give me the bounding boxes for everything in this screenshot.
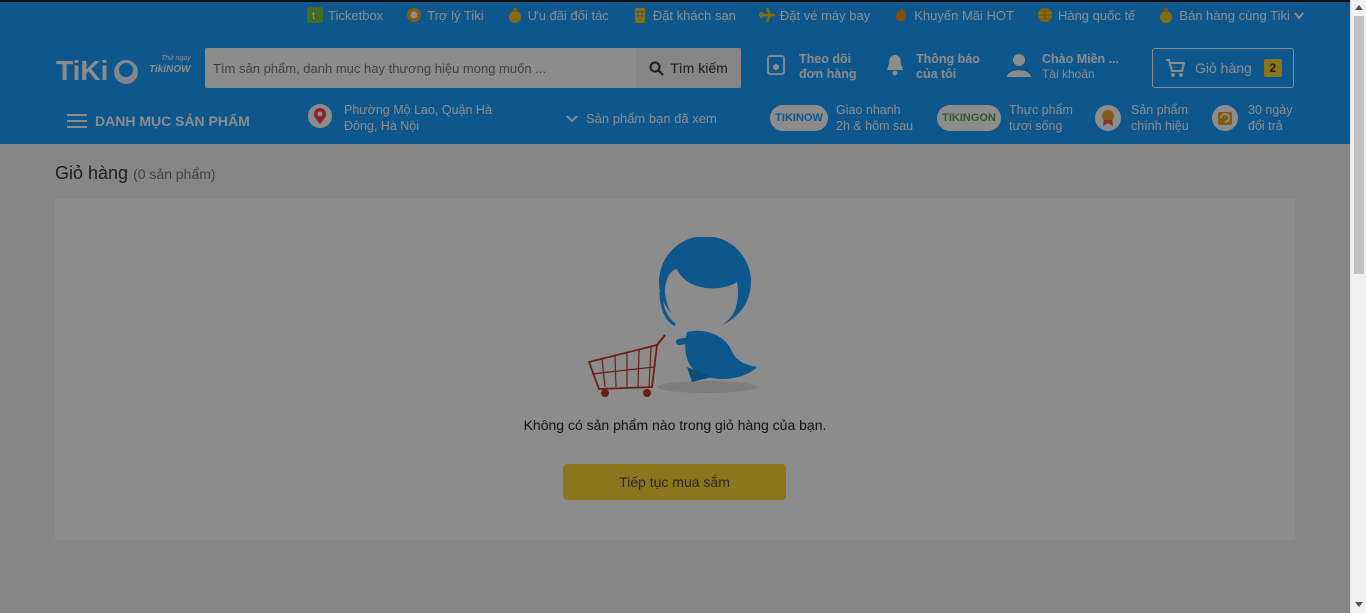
link-tro-ly-tiki[interactable]: Trợ lý Tiki (405, 6, 484, 24)
search-input[interactable] (205, 48, 636, 88)
empty-cart-panel: Không có sản phẩm nào trong giỏ hàng của… (55, 199, 1295, 540)
track-line1: Theo dõi (799, 52, 852, 66)
link-ban-hang-cung-tiki[interactable]: Bán hàng cùng Tiki (1157, 6, 1304, 24)
assistant-icon (405, 6, 423, 24)
authentic-medal-icon (1095, 105, 1121, 131)
promo-line2: chính hiệu (1131, 119, 1189, 133)
account-line2: Tài khoản (1042, 67, 1095, 81)
link-dat-khach-san[interactable]: Đặt khách sạn (631, 6, 736, 24)
category-menu-label: DANH MỤC SẢN PHẨM (95, 113, 250, 129)
promo-line2: 2h & hôm sau (836, 119, 914, 133)
track-order-icon (765, 53, 789, 81)
cart-count-badge: 2 (1263, 59, 1282, 77)
promo-30-day-return[interactable]: 30 ngày đổi trả (1212, 102, 1292, 134)
page-title-text: Giỏ hàng (55, 163, 129, 183)
link-uu-dai-doi-tac[interactable]: Ưu đãi đối tác (506, 6, 609, 24)
notify-line2: của tôi (916, 67, 957, 81)
location-line2: Đông, Hà Nội (344, 119, 420, 133)
page-title: Giỏ hàng (0 sản phẩm) (55, 163, 216, 184)
promo-line1: Thực phẩm (1009, 103, 1073, 117)
scroll-up-icon[interactable] (1355, 5, 1363, 10)
continue-shopping-button[interactable]: Tiếp tục mua sắm (563, 464, 786, 500)
scroll-down-icon[interactable] (1355, 602, 1363, 607)
promo-line2: đổi trả (1248, 119, 1283, 133)
link-label: Đặt vé máy bay (779, 7, 871, 23)
cart-label: Giỏ hàng (1195, 60, 1252, 76)
search-bar: Tìm kiếm (205, 48, 741, 88)
promo-line2: tươi sống (1009, 119, 1063, 133)
cart-button[interactable]: Giỏ hàng 2 (1152, 48, 1294, 88)
utility-links: t Ticketbox Trợ lý Tiki Ưu đãi đối tác Đ… (306, 2, 1326, 28)
link-label: Bán hàng cùng Tiki (1179, 7, 1290, 23)
cart-item-count: (0 sản phẩm) (133, 166, 216, 182)
hotel-icon (631, 6, 649, 24)
cart-icon (1166, 59, 1185, 77)
track-order-link[interactable]: Theo dõi đơn hàng (765, 52, 857, 82)
link-dat-ve-may-bay[interactable]: Đặt vé máy bay (758, 6, 870, 24)
account-line1: Chào Miền ... (1042, 52, 1120, 66)
account-link[interactable]: Chào Miền ... Tài khoản (1006, 52, 1119, 82)
fire-icon (892, 6, 910, 24)
link-label: Khuyến Mãi HOT (914, 7, 1014, 23)
empty-cart-message: Không có sản phẩm nào trong giỏ hàng của… (523, 417, 827, 433)
link-label: Trợ lý Tiki (427, 7, 484, 23)
moneybag-icon (506, 6, 524, 24)
chevron-down-icon (566, 114, 578, 122)
link-label: Hàng quốc tế (1057, 7, 1136, 23)
search-button-label: Tìm kiếm (670, 60, 728, 76)
search-icon (649, 61, 664, 76)
ticketbox-icon: t (306, 6, 324, 24)
promo-line1: Giao nhanh (836, 103, 901, 117)
link-label: Đặt khách sạn (652, 7, 736, 23)
user-icon (1006, 52, 1032, 82)
link-khuyen-mai-hot[interactable]: Khuyến Mãi HOT (892, 6, 1014, 24)
link-ticketbox[interactable]: t Ticketbox (306, 6, 383, 24)
promo-authentic[interactable]: Sản phẩm chính hiệu (1095, 102, 1189, 134)
main-header: TiKi Thử ngay TikiNOW Tìm kiếm Theo dõiđ… (0, 28, 1350, 144)
moneybag-icon (1157, 6, 1175, 24)
link-hang-quoc-te[interactable]: Hàng quốc tế (1036, 6, 1135, 24)
chevron-down-icon (1294, 8, 1304, 23)
airplane-icon (758, 6, 776, 24)
empty-cart-illustration (587, 236, 767, 402)
hamburger-icon (67, 110, 87, 132)
tiki-logo[interactable]: TiKi Thử ngay TikiNOW (56, 48, 196, 88)
promo-line1: 30 ngày (1248, 103, 1293, 117)
logo-tag-big: TikiNOW (149, 64, 192, 75)
tikingon-badge: TIKINGON (937, 105, 1001, 131)
link-label: Ưu đãi đối tác (527, 7, 609, 23)
return-box-icon (1212, 105, 1238, 131)
promo-tikinow[interactable]: TIKINOW Giao nhanh 2h & hôm sau (770, 102, 913, 134)
viewed-products[interactable]: Sản phẩm bạn đã xem (566, 111, 717, 126)
category-menu[interactable]: DANH MỤC SẢN PHẨM (67, 110, 250, 132)
location-pin-icon (308, 104, 332, 132)
notify-line1: Thông báo (916, 52, 980, 66)
tikinow-badge: TIKINOW (770, 105, 828, 131)
search-button[interactable]: Tìm kiếm (636, 48, 741, 88)
svg-text:t: t (312, 10, 315, 22)
track-line2: đơn hàng (799, 67, 857, 81)
promo-line1: Sản phẩm (1131, 103, 1188, 117)
scrollbar-thumb[interactable] (1354, 16, 1364, 274)
notification-link[interactable]: Thông báo của tôi (884, 52, 980, 82)
bell-icon (884, 53, 906, 81)
sub-navigation: DANH MỤC SẢN PHẨM Phường Mộ Lao, Quận Hà… (0, 100, 1350, 144)
logo-tag-small: Thử ngay (161, 54, 191, 62)
location-line1: Phường Mộ Lao, Quận Hà (344, 103, 492, 117)
delivery-location[interactable]: Phường Mộ Lao, Quận Hà Đông, Hà Nội (308, 102, 508, 134)
globe-icon (1036, 6, 1054, 24)
page-scrollbar[interactable] (1350, 0, 1366, 613)
top-utility-bar: t Ticketbox Trợ lý Tiki Ưu đãi đối tác Đ… (0, 0, 1350, 28)
link-label: Ticketbox (328, 7, 384, 23)
viewed-label: Sản phẩm bạn đã xem (586, 111, 717, 126)
logo-brand: TiKi (56, 55, 108, 86)
promo-tikingon[interactable]: TIKINGON Thực phẩm tươi sống (937, 102, 1073, 134)
